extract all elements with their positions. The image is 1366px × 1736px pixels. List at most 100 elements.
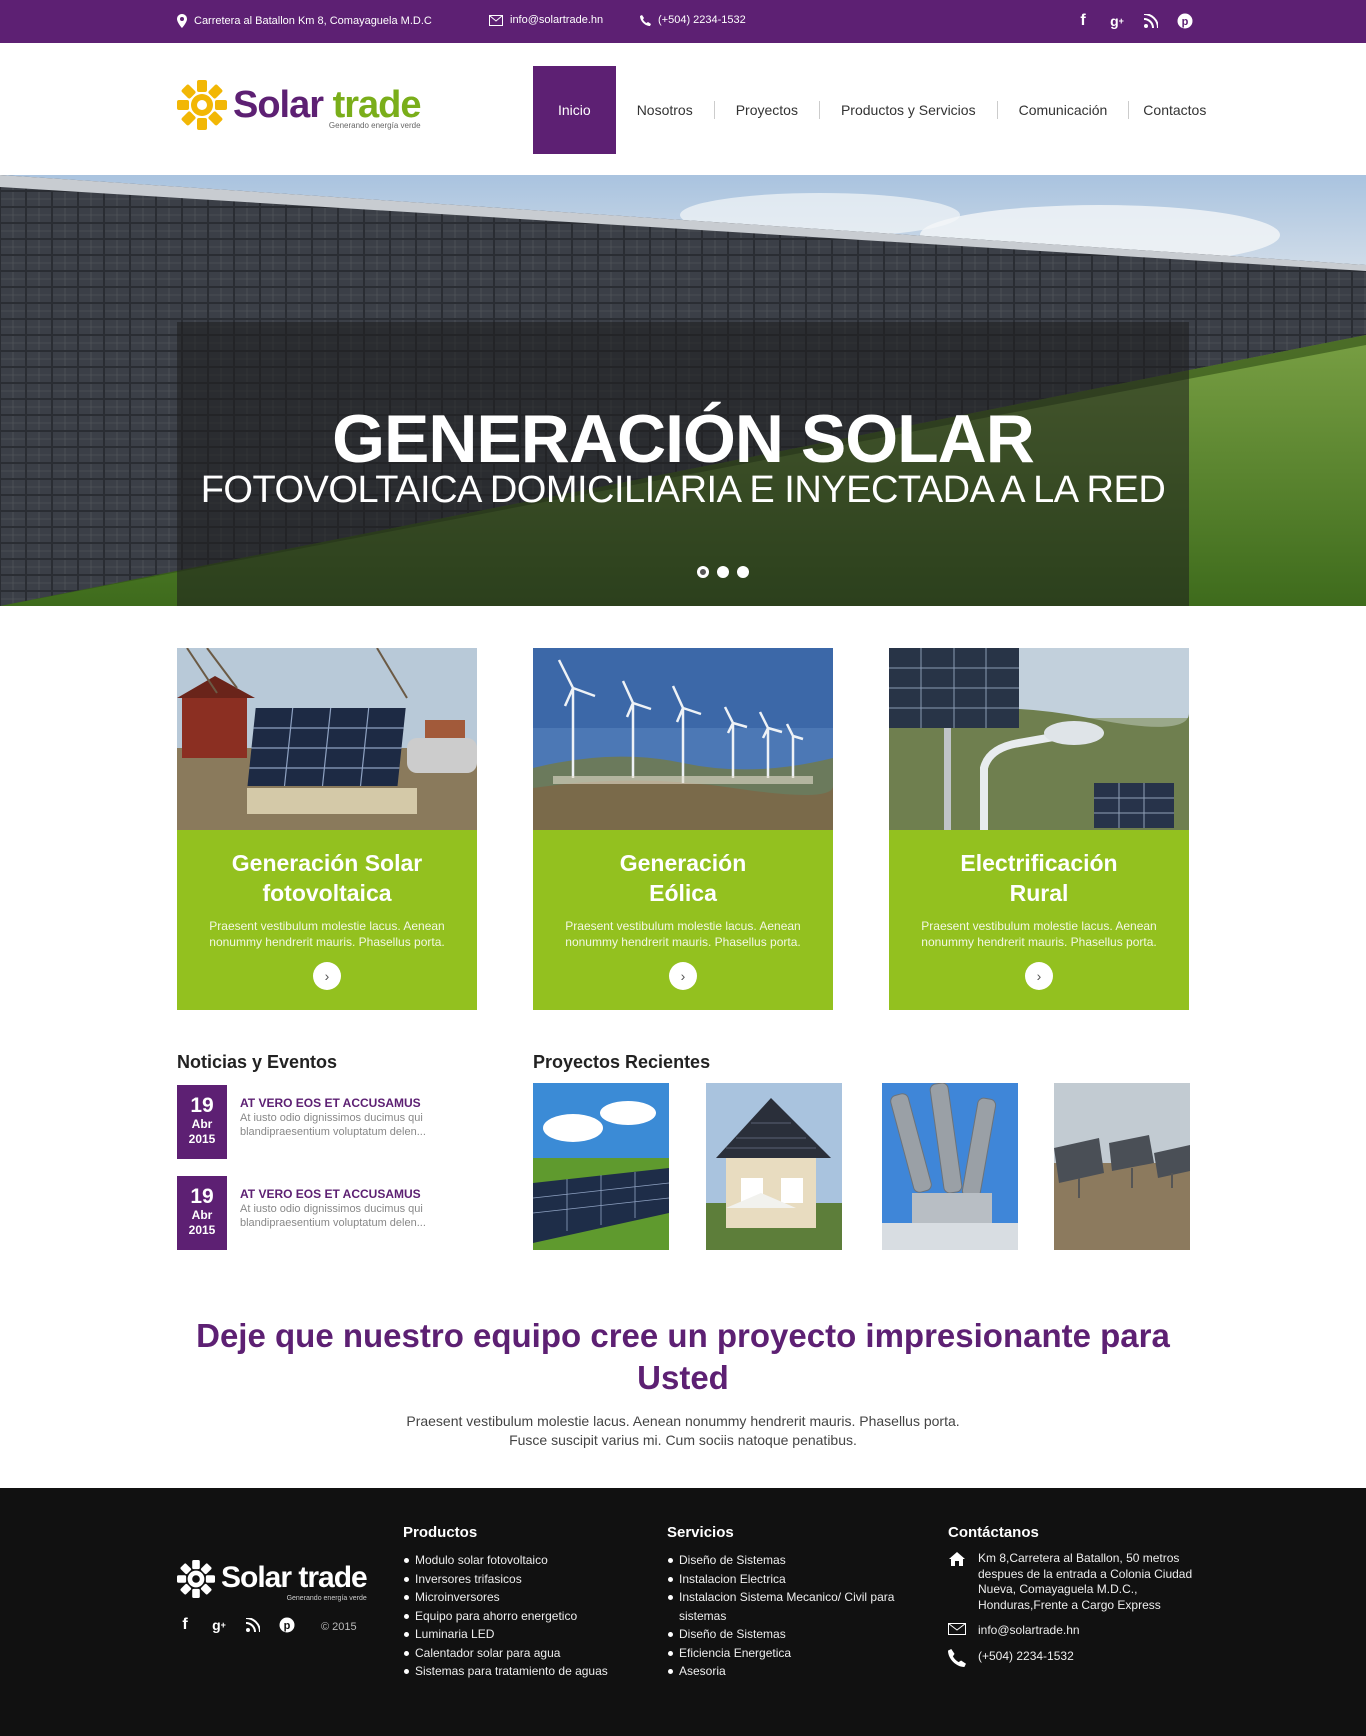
home-icon (948, 1551, 970, 1569)
topbar-email[interactable]: info@solartrade.hn (489, 14, 603, 26)
footer-link[interactable]: Instalacion Electrica (667, 1570, 907, 1589)
footer-link[interactable]: Diseño de Sistemas (667, 1625, 907, 1644)
project-thumbnail-solar-farm[interactable] (533, 1083, 669, 1250)
card-title: Generación Eólica (619, 850, 747, 906)
news-title[interactable]: AT VERO EOS ET ACCUSAMUS (240, 1096, 421, 1110)
feature-card-rural: Electrificación Rural Praesent vestibulu… (889, 648, 1189, 1010)
card-more-button[interactable]: › (1025, 962, 1053, 990)
hero-title: GENERACIÓN SOLAR (332, 401, 1035, 477)
main-nav: Inicio Nosotros Proyectos Productos y Se… (533, 66, 1227, 154)
copyright: © 2015 (321, 1621, 357, 1633)
project-thumbnail-insulators[interactable] (882, 1083, 1018, 1250)
footer-productos-heading: Productos (403, 1524, 478, 1541)
envelope-icon (948, 1623, 970, 1641)
slider-dot-3[interactable] (737, 566, 749, 578)
topbar-address-text: Carretera al Batallon Km 8, Comayaguela … (194, 15, 432, 27)
google-plus-icon[interactable]: g + (1107, 11, 1127, 31)
footer-social: f g + p (177, 1616, 295, 1634)
news-excerpt: At iusto odio dignissimos ducimus qui bl… (240, 1112, 426, 1138)
header: Solar trade Generando energía verde Inic… (0, 43, 1366, 175)
news-title[interactable]: AT VERO EOS ET ACCUSAMUS (240, 1187, 421, 1201)
card-title: Electrificación Rural (960, 850, 1118, 906)
facebook-icon[interactable]: f (1073, 11, 1093, 31)
footer-link[interactable]: Luminaria LED (403, 1625, 633, 1644)
footer-link[interactable]: Instalacion Sistema Mecanico/ Civil para… (667, 1588, 907, 1625)
news-excerpt: At iusto odio dignissimos ducimus qui bl… (240, 1203, 426, 1229)
pinterest-icon[interactable]: p (279, 1616, 295, 1634)
chevron-right-icon: › (680, 968, 686, 984)
footer-link[interactable]: Equipo para ahorro energetico (403, 1607, 633, 1626)
rss-icon[interactable] (245, 1616, 261, 1634)
footer-logo-tagline: Generando energía verde (286, 1595, 367, 1602)
solar-installation-image (177, 648, 477, 830)
phone-icon (948, 1648, 970, 1667)
hero-subtitle: FOTOVOLTAICA DOMICILIARIA E INYECTADA A … (200, 469, 1166, 511)
map-pin-icon (177, 14, 187, 28)
sun-logo-icon (177, 80, 227, 135)
google-plus-icon[interactable]: g + (211, 1616, 227, 1634)
wind-turbines-image (533, 648, 833, 830)
cta-text-line: Fusce suscipit varius mi. Cum sociis nat… (509, 1432, 857, 1448)
footer-link[interactable]: Asesoria (667, 1662, 907, 1681)
rss-icon[interactable] (1141, 11, 1161, 31)
footer-productos: Productos Modulo solar fotovoltaico Inve… (403, 1524, 633, 1681)
footer-link[interactable]: Diseño de Sistemas (667, 1551, 907, 1570)
project-thumbnail-house-roof[interactable] (706, 1083, 842, 1250)
footer-link[interactable]: Modulo solar fotovoltaico (403, 1551, 633, 1570)
topbar-social: f g + p (1073, 11, 1195, 31)
footer-link[interactable]: Eficiencia Energetica (667, 1644, 907, 1663)
slider-dot-1[interactable] (697, 566, 709, 578)
envelope-icon (489, 14, 503, 26)
slider-pagination (697, 566, 749, 578)
project-thumbnail-solar-trackers[interactable] (1054, 1083, 1190, 1250)
nav-item-nosotros[interactable]: Nosotros (616, 66, 714, 154)
footer-logo-wordmark: Solar trade (221, 1561, 368, 1594)
svg-text:p: p (1182, 16, 1189, 28)
card-title: Generación Solar fotovoltaica (231, 850, 423, 906)
topbar-phone-text: (+504) 2234-1532 (658, 14, 746, 26)
hero-slider: GENERACIÓN SOLAR FOTOVOLTAICA DOMICILIAR… (0, 175, 1366, 606)
news-heading: Noticias y Eventos (177, 1052, 338, 1072)
topbar-address: Carretera al Batallon Km 8, Comayaguela … (177, 14, 432, 28)
news-date-badge: 19 Abr 2015 (177, 1085, 227, 1159)
card-more-button[interactable]: › (669, 962, 697, 990)
nav-item-contactos[interactable]: Contactos (1129, 66, 1227, 154)
sun-logo-icon (177, 1560, 215, 1603)
footer-link[interactable]: Calentador solar para agua (403, 1644, 633, 1663)
footer: Solar trade Generando energía verde f g +… (0, 1488, 1366, 1736)
topbar-phone: (+504) 2234-1532 (640, 14, 746, 26)
nav-item-inicio[interactable]: Inicio (533, 66, 616, 154)
card-text: Praesent vestibulum molestie lacus. Aene… (565, 919, 801, 949)
solar-streetlight-image (889, 648, 1189, 830)
news-item[interactable]: 19 Abr 2015 AT VERO EOS ET ACCUSAMUS At … (177, 1176, 467, 1250)
facebook-icon[interactable]: f (177, 1616, 193, 1634)
card-more-button[interactable]: › (313, 962, 341, 990)
nav-item-proyectos[interactable]: Proyectos (715, 66, 819, 154)
news-item[interactable]: 19 Abr 2015 AT VERO EOS ET ACCUSAMUS At … (177, 1085, 467, 1159)
card-text: Praesent vestibulum molestie lacus. Aene… (209, 919, 445, 949)
news-date-badge: 19 Abr 2015 (177, 1176, 227, 1250)
projects-heading: Proyectos Recientes (533, 1052, 711, 1072)
page: Carretera al Batallon Km 8, Comayaguela … (0, 0, 1366, 1736)
logo-wordmark: Solar trade (233, 83, 422, 126)
footer-phone: (+504) 2234-1532 (948, 1648, 1198, 1667)
footer-email[interactable]: info@solartrade.hn (948, 1623, 1198, 1639)
footer-logo[interactable]: Solar trade Generando energía verde (177, 1560, 368, 1603)
footer-contacto: Contáctanos Km 8,Carretera al Batallon, … (948, 1524, 1198, 1674)
nav-item-productos-servicios[interactable]: Productos y Servicios (820, 66, 997, 154)
cta-text: Praesent vestibulum molestie lacus. Aene… (283, 1412, 1083, 1450)
feature-card-wind: Generación Eólica Praesent vestibulum mo… (533, 648, 833, 1010)
cta-title: Deje que nuestro equipo cree un proyecto… (196, 1317, 1170, 1396)
footer-link[interactable]: Microinversores (403, 1588, 633, 1607)
pinterest-icon[interactable]: p (1175, 11, 1195, 31)
topbar-email-text[interactable]: info@solartrade.hn (510, 14, 603, 26)
cta-text-line: Praesent vestibulum molestie lacus. Aene… (406, 1413, 960, 1429)
logo[interactable]: Solar trade Generando energía verde (177, 80, 422, 135)
slider-dot-2[interactable] (717, 566, 729, 578)
footer-link[interactable]: Sistemas para tratamiento de aguas (403, 1662, 633, 1681)
footer-address: Km 8,Carretera al Batallon, 50 metros de… (948, 1551, 1198, 1613)
card-text: Praesent vestibulum molestie lacus. Aene… (921, 919, 1157, 949)
footer-servicios: Servicios Diseño de Sistemas Instalacion… (667, 1524, 907, 1681)
nav-item-comunicacion[interactable]: Comunicación (998, 66, 1129, 154)
footer-link[interactable]: Inversores trifasicos (403, 1570, 633, 1589)
